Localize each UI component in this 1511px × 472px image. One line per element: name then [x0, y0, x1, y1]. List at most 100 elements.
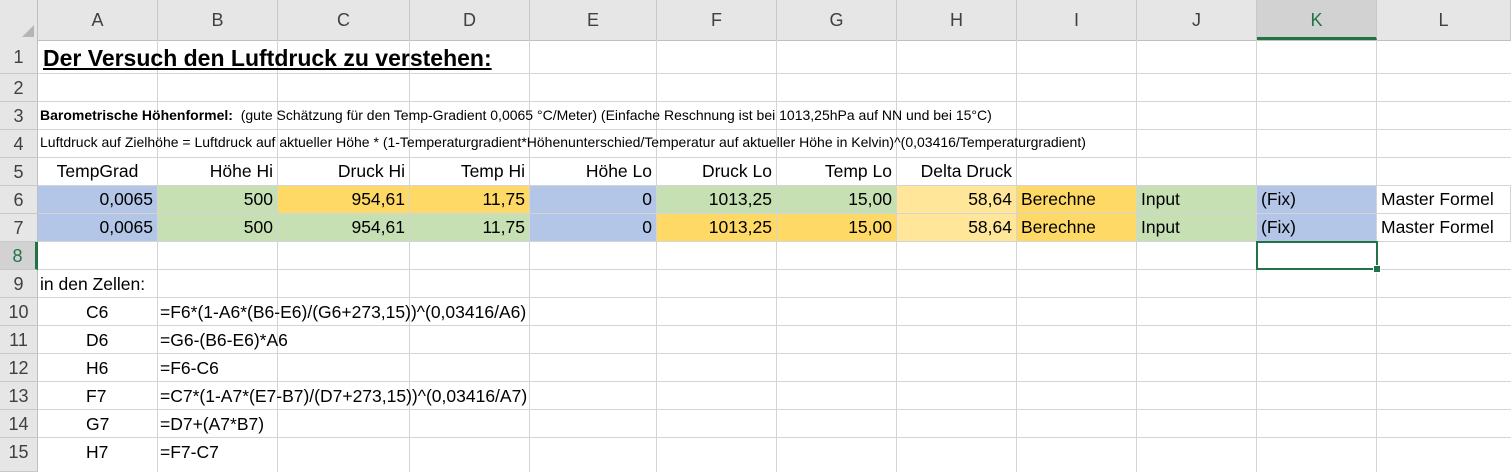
column-header-a[interactable]: A: [38, 0, 158, 40]
header-delta-druck[interactable]: Delta Druck: [897, 158, 1017, 186]
formula-description: Barometrische Höhenformel: (gute Schätzu…: [40, 107, 992, 123]
cell-l7-master-formel[interactable]: Master Formel: [1377, 214, 1511, 242]
gridline-horizontal: [38, 297, 1511, 298]
row-header-13[interactable]: 13: [0, 382, 38, 410]
cell-a7[interactable]: 0,0065: [38, 214, 158, 242]
cell-e7[interactable]: 0: [530, 214, 657, 242]
cell-j6-legend-input[interactable]: Input: [1137, 186, 1257, 214]
header-hoehe-hi[interactable]: Höhe Hi: [158, 158, 278, 186]
gridline-horizontal: [38, 353, 1511, 354]
column-header-g[interactable]: G: [777, 0, 897, 40]
column-header-k[interactable]: K: [1257, 0, 1377, 40]
cell-h7[interactable]: 58,64: [897, 214, 1017, 242]
gridline-horizontal: [38, 73, 1511, 74]
row-header-8[interactable]: 8: [0, 242, 38, 270]
formula-ref-c6: C6: [86, 302, 109, 322]
cell-k7-legend-fix[interactable]: (Fix): [1257, 214, 1377, 242]
gridline-horizontal: [38, 381, 1511, 382]
row-header-12[interactable]: 12: [0, 354, 38, 382]
gridline-vertical: [896, 40, 897, 472]
column-header-l[interactable]: L: [1377, 0, 1511, 40]
select-all-triangle-icon: [22, 25, 34, 37]
cell-d7[interactable]: 11,75: [410, 214, 530, 242]
cell-l6-master-formel[interactable]: Master Formel: [1377, 186, 1511, 214]
header-druck-hi[interactable]: Druck Hi: [278, 158, 410, 186]
cell-b6[interactable]: 500: [158, 186, 278, 214]
row-header-9[interactable]: 9: [0, 270, 38, 298]
gridline-vertical: [1136, 40, 1137, 472]
column-header-i[interactable]: I: [1017, 0, 1137, 40]
cell-i6-legend-berechne[interactable]: Berechne: [1017, 186, 1137, 214]
active-cell-selection[interactable]: [1256, 241, 1381, 273]
cell-g6[interactable]: 15,00: [777, 186, 897, 214]
formula-ref-h7: H7: [86, 442, 109, 462]
cell-h6[interactable]: 58,64: [897, 186, 1017, 214]
formula-description-label: Barometrische Höhenformel:: [40, 107, 233, 123]
row-header-4[interactable]: 4: [0, 130, 38, 158]
row-header-10[interactable]: 10: [0, 298, 38, 326]
spreadsheet[interactable]: A B C D E F G H I J K L 1 2 3 4 5 6 7 8 …: [0, 0, 1511, 472]
cell-c7[interactable]: 954,61: [278, 214, 410, 242]
cell-i7-legend-berechne[interactable]: Berechne: [1017, 214, 1137, 242]
formula-text-d6: =G6-(B6-E6)*A6: [160, 330, 288, 350]
formula-description-text: (gute Schätzung für den Temp-Gradient 0,…: [240, 107, 992, 123]
row-header-1[interactable]: 1: [0, 40, 38, 74]
cell-g7[interactable]: 15,00: [777, 214, 897, 242]
header-druck-lo[interactable]: Druck Lo: [657, 158, 777, 186]
row-header-5[interactable]: 5: [0, 158, 38, 186]
column-header-e[interactable]: E: [530, 0, 657, 40]
formula-text-c6: =F6*(1-A6*(B6-E6)/(G6+273,15))^(0,03416/…: [160, 302, 527, 322]
cell-e6[interactable]: 0: [530, 186, 657, 214]
sheet-title: Der Versuch den Luftdruck zu verstehen:: [43, 45, 492, 71]
formula-text-f7: =C7*(1-A7*(E7-B7)/(D7+273,15))^(0,03416/…: [160, 386, 528, 406]
row-header-14[interactable]: 14: [0, 410, 38, 438]
row-header-2[interactable]: 2: [0, 74, 38, 102]
formula-text-g7: =D7+(A7*B7): [160, 414, 265, 434]
gridline-vertical: [409, 40, 410, 472]
formula-text-h7: =F7-C7: [160, 442, 219, 462]
row-header-6[interactable]: 6: [0, 186, 38, 214]
gridline-vertical: [529, 40, 530, 472]
column-header-c[interactable]: C: [278, 0, 410, 40]
header-tempgrad[interactable]: TempGrad: [38, 158, 158, 186]
cell-j7-legend-input[interactable]: Input: [1137, 214, 1257, 242]
cell-b7[interactable]: 500: [158, 214, 278, 242]
formula-line: Luftdruck auf Zielhöhe = Luftdruck auf a…: [40, 134, 1086, 150]
column-header-f[interactable]: F: [657, 0, 777, 40]
cells-label: in den Zellen:: [40, 274, 146, 294]
formula-text-h6: =F6-C6: [160, 358, 219, 378]
formula-ref-f7: F7: [86, 386, 107, 406]
gridline-vertical: [656, 40, 657, 472]
column-header-b[interactable]: B: [158, 0, 278, 40]
gridline-horizontal: [38, 437, 1511, 438]
row-header-3[interactable]: 3: [0, 102, 38, 130]
formula-ref-h6: H6: [86, 358, 109, 378]
formula-ref-d6: D6: [86, 330, 109, 350]
header-temp-lo[interactable]: Temp Lo: [777, 158, 897, 186]
column-header-j[interactable]: J: [1137, 0, 1257, 40]
gridline-vertical: [776, 40, 777, 472]
header-temp-hi[interactable]: Temp Hi: [410, 158, 530, 186]
gridline-vertical: [157, 40, 158, 472]
cell-k6-legend-fix[interactable]: (Fix): [1257, 186, 1377, 214]
row-header-11[interactable]: 11: [0, 326, 38, 354]
gridline-vertical: [1016, 40, 1017, 472]
column-header-h[interactable]: H: [897, 0, 1017, 40]
cell-f6[interactable]: 1013,25: [657, 186, 777, 214]
cell-f7[interactable]: 1013,25: [657, 214, 777, 242]
column-header-d[interactable]: D: [410, 0, 530, 40]
gridline-vertical: [277, 40, 278, 472]
cell-a6[interactable]: 0,0065: [38, 186, 158, 214]
row-header-15[interactable]: 15: [0, 438, 38, 472]
select-all-corner[interactable]: [0, 0, 38, 40]
header-hoehe-lo[interactable]: Höhe Lo: [530, 158, 657, 186]
gridline-horizontal: [38, 325, 1511, 326]
cell-d6[interactable]: 11,75: [410, 186, 530, 214]
gridline-horizontal: [38, 101, 1511, 102]
fill-handle[interactable]: [1373, 265, 1381, 273]
row-header-7[interactable]: 7: [0, 214, 38, 242]
gridline-horizontal: [38, 409, 1511, 410]
formula-ref-g7: G7: [86, 414, 110, 434]
gridline-horizontal: [38, 129, 1511, 130]
cell-c6[interactable]: 954,61: [278, 186, 410, 214]
